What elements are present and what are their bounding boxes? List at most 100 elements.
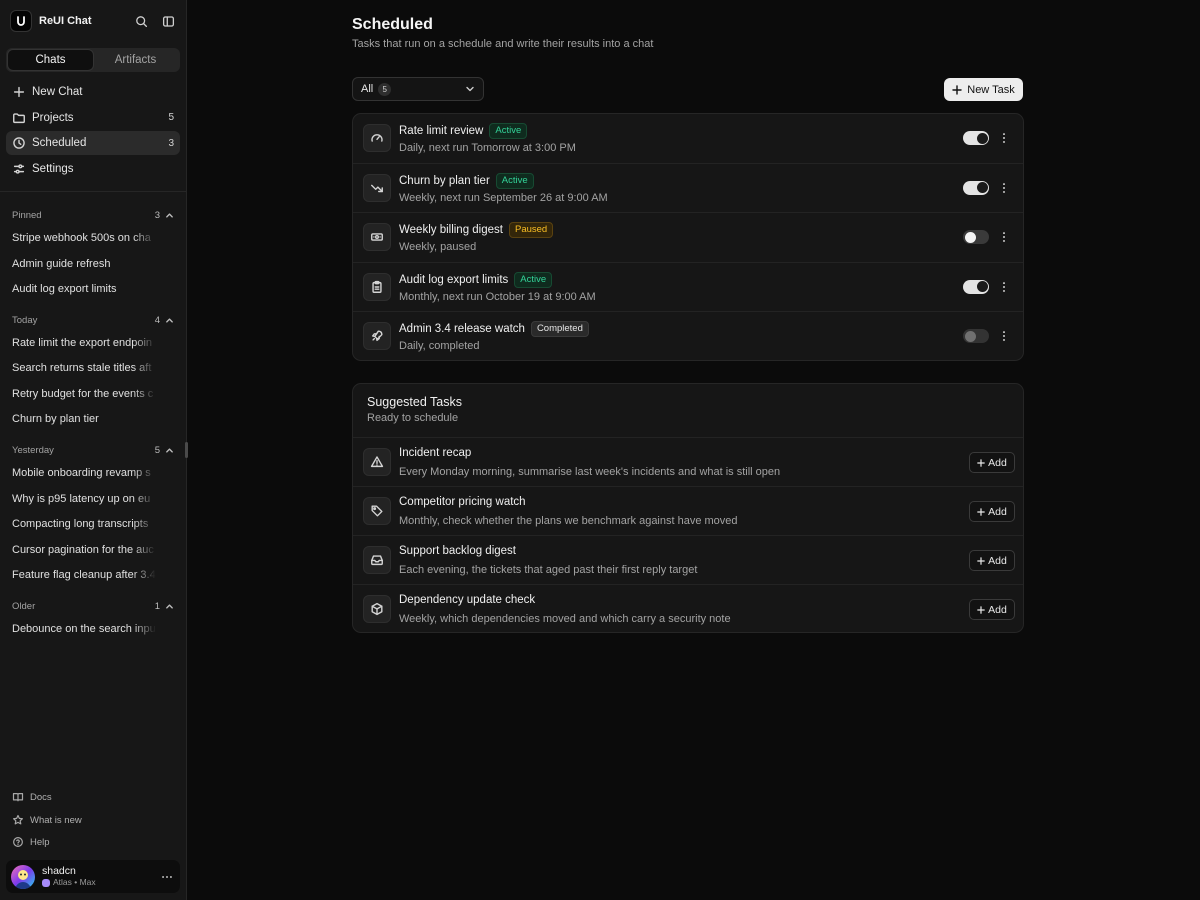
suggested-title: Suggested Tasks [367, 395, 462, 409]
task-row[interactable]: Admin 3.4 release watch Completed Daily,… [353, 312, 1023, 360]
status-badge: Active [489, 123, 528, 139]
suggested-task-description: Monthly, check whether the plans we benc… [399, 515, 738, 527]
more-vertical-icon[interactable] [997, 131, 1011, 145]
new-task-button[interactable]: New Task [944, 78, 1023, 101]
conversation-item[interactable]: Cursor pagination for the auc [12, 544, 156, 560]
suggested-task-description: Weekly, which dependencies moved and whi… [399, 613, 731, 625]
scheduled-tasks-list: Rate limit review Active Daily, next run… [352, 113, 1024, 361]
task-title-line: Audit log export limits Active [399, 271, 553, 288]
conversation-item[interactable]: Feature flag cleanup after 3.4 [12, 569, 156, 585]
task-title-line: Admin 3.4 release watch Completed [399, 321, 589, 337]
chevron-up-icon [166, 212, 173, 218]
group-yesterday-header[interactable]: Yesterday 5 [12, 443, 174, 457]
user-name: shadcn [42, 865, 76, 877]
footer-help-link[interactable]: Help [12, 835, 172, 849]
clock-icon [13, 137, 25, 149]
task-enabled-toggle[interactable] [963, 180, 989, 195]
suggested-task-row: Dependency update check Weekly, which de… [353, 585, 1023, 632]
conversation-item[interactable]: Search returns stale titles aft [12, 362, 156, 378]
task-schedule: Weekly, next run September 26 at 9:00 AM [399, 191, 608, 204]
add-suggested-task-button[interactable]: Add [969, 501, 1015, 522]
conversation-item[interactable]: Stripe webhook 500s on cha [12, 232, 156, 248]
search-icon [135, 15, 147, 27]
conversation-item[interactable]: Debounce on the search inpu [12, 623, 156, 639]
conversation-item[interactable]: Audit log export limits [12, 283, 156, 299]
user-menu[interactable]: shadcn Atlas • Max [6, 860, 180, 893]
toggle-knob [976, 182, 988, 193]
plan-label: Atlas • Max [53, 877, 96, 887]
task-row[interactable]: Weekly billing digest Paused Weekly, pau… [353, 213, 1023, 263]
conversation-item[interactable]: Why is p95 latency up on eu [12, 493, 156, 509]
suggested-task-title: Competitor pricing watch [399, 496, 526, 508]
suggested-header: Suggested Tasks Ready to schedule [353, 384, 1023, 438]
group-count: 4 [154, 314, 160, 326]
nav-label: Scheduled [32, 137, 87, 149]
task-enabled-toggle[interactable] [963, 230, 989, 244]
task-icon-box [363, 223, 391, 251]
group-count: 3 [154, 209, 160, 221]
more-horizontal-icon[interactable] [160, 870, 174, 884]
toggle-sidebar-button[interactable] [158, 11, 178, 31]
task-schedule: Weekly, paused [399, 241, 477, 253]
more-vertical-icon[interactable] [997, 230, 1011, 244]
task-icon-box [363, 497, 391, 525]
toggle-knob [976, 281, 988, 292]
conversation-item[interactable]: Churn by plan tier [12, 413, 156, 429]
nav-projects[interactable]: Projects 5 [6, 106, 180, 130]
footer-whats-new-link[interactable]: What is new [12, 813, 172, 827]
conversation-item[interactable]: Admin guide refresh [12, 258, 156, 274]
plus-icon [13, 86, 25, 98]
toggle-knob [964, 231, 976, 243]
task-enabled-toggle[interactable] [963, 131, 989, 145]
more-vertical-icon[interactable] [997, 181, 1011, 195]
footer-label: Docs [30, 791, 52, 803]
group-older-header[interactable]: Older 1 [12, 599, 174, 613]
sidebar-resize-handle[interactable] [185, 442, 188, 458]
conversation-item[interactable]: Retry budget for the events c [12, 388, 156, 404]
conversation-item[interactable]: Rate limit the export endpoin [12, 337, 156, 353]
status-filter-select[interactable]: All 5 [352, 77, 484, 101]
nav-count: 5 [168, 112, 174, 123]
nav-new-chat[interactable]: New Chat [6, 80, 180, 104]
group-count: 1 [154, 600, 160, 612]
group-pinned-header[interactable]: Pinned 3 [12, 208, 174, 222]
status-badge: Completed [530, 321, 589, 337]
group-label: Today [12, 314, 38, 326]
add-suggested-task-button[interactable]: Add [969, 599, 1015, 620]
tab-artifacts[interactable]: Artifacts [93, 50, 178, 70]
more-vertical-icon[interactable] [997, 280, 1011, 294]
task-row[interactable]: Audit log export limits Active Monthly, … [353, 263, 1023, 312]
tab-chats[interactable]: Chats [8, 50, 93, 70]
task-enabled-toggle[interactable] [963, 329, 989, 343]
plus-icon [977, 458, 985, 467]
user-meta: shadcn Atlas • Max [42, 865, 160, 888]
conversation-item[interactable]: Compacting long transcripts [12, 518, 156, 534]
new-task-label: New Task [967, 83, 1015, 96]
nav-scheduled[interactable]: Scheduled 3 [6, 131, 180, 155]
app-logo[interactable] [10, 10, 32, 32]
nav-settings[interactable]: Settings [6, 157, 180, 181]
task-title-line: Churn by plan tier Active [399, 172, 534, 189]
task-enabled-toggle[interactable] [963, 279, 989, 294]
task-row[interactable]: Rate limit review Active Daily, next run… [353, 114, 1023, 164]
status-badge: Active [495, 172, 534, 189]
task-schedule: Daily, next run Tomorrow at 3:00 PM [399, 142, 576, 154]
add-label: Add [988, 456, 1007, 469]
task-schedule: Daily, completed [399, 340, 480, 352]
suggested-subtitle: Ready to schedule [367, 412, 459, 424]
add-suggested-task-button[interactable]: Add [969, 452, 1015, 473]
task-icon-box [363, 272, 391, 301]
group-today-header[interactable]: Today 4 [12, 313, 174, 327]
suggested-tasks-card: Suggested Tasks Ready to schedule Incide… [352, 383, 1024, 633]
add-suggested-task-button[interactable]: Add [969, 550, 1015, 571]
search-button[interactable] [131, 11, 151, 31]
conversation-item[interactable]: Mobile onboarding revamp s [12, 467, 156, 483]
suggested-task-title: Incident recap [399, 447, 472, 459]
tag-icon [371, 505, 383, 517]
task-row[interactable]: Churn by plan tier Active Weekly, next r… [353, 164, 1023, 213]
more-vertical-icon[interactable] [997, 329, 1011, 343]
filter-label: All [361, 83, 374, 95]
footer-docs-link[interactable]: Docs [12, 790, 172, 804]
nav-count: 3 [168, 137, 174, 149]
sliders-icon [13, 163, 25, 174]
